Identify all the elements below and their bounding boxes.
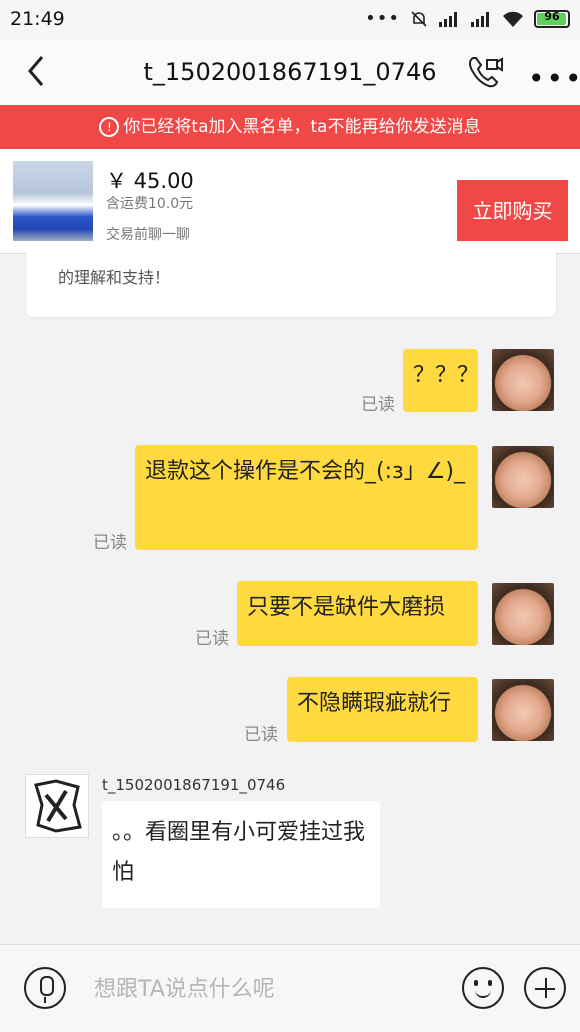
input-bar	[0, 944, 580, 1032]
voice-icon[interactable]	[24, 967, 66, 1009]
previous-message-text: 的理解和支持！	[58, 268, 171, 287]
message-bubble[interactable]: ？？？	[403, 349, 479, 412]
buy-now-button[interactable]: 立即购买	[457, 180, 568, 241]
warning-icon: !	[99, 117, 120, 137]
product-chat-hint: 交易前聊一聊	[106, 227, 190, 243]
battery-icon: 96	[534, 9, 570, 28]
message-input[interactable]	[92, 971, 436, 1007]
product-image[interactable]	[13, 161, 93, 241]
battery-level: 96	[544, 9, 560, 23]
read-status: 已读	[361, 395, 395, 415]
emoji-icon[interactable]	[462, 967, 504, 1009]
more-options-icon[interactable]: •••	[528, 62, 580, 95]
product-shipping: 含运费10.0元	[106, 196, 194, 212]
product-card[interactable]: ￥ 45.00 含运费10.0元 交易前聊一聊 立即购买	[0, 149, 580, 254]
more-status-icon: •••	[365, 8, 400, 29]
add-icon[interactable]	[524, 967, 566, 1009]
status-icons: ••• 96	[365, 8, 570, 29]
message-bubble[interactable]: 不隐瞒瑕疵就行	[287, 677, 478, 742]
read-status: 已读	[93, 533, 127, 553]
incoming-message-bubble[interactable]: 。。看圈里有小可爱挂过我怕	[102, 801, 380, 908]
product-price: ￥ 45.00	[106, 169, 194, 193]
call-icon[interactable]	[465, 52, 505, 92]
status-time: 21:49	[10, 8, 65, 30]
my-avatar[interactable]	[492, 583, 554, 645]
status-bar: 21:49 ••• 96	[0, 0, 580, 40]
message-bubble[interactable]: 退款这个操作是不会的_(:з」∠)_	[135, 445, 478, 550]
signal-icon	[439, 11, 457, 27]
contact-avatar-art	[34, 779, 82, 833]
my-avatar[interactable]	[492, 679, 554, 741]
my-avatar[interactable]	[492, 349, 554, 411]
sender-name: t_1502001867191_0746	[102, 776, 286, 794]
message-bubble[interactable]: 只要不是缺件大磨损	[237, 581, 478, 646]
wifi-icon	[503, 11, 523, 27]
previous-message-card: 的理解和支持！	[25, 252, 557, 318]
read-status: 已读	[195, 629, 229, 649]
contact-avatar[interactable]	[25, 774, 89, 838]
mute-bell-icon	[411, 10, 427, 27]
signal-icon-2	[471, 11, 489, 27]
blacklist-banner: ! 你已经将ta加入黑名单，ta不能再给你发送消息	[0, 105, 580, 149]
read-status: 已读	[244, 725, 278, 745]
my-avatar[interactable]	[492, 446, 554, 508]
banner-text: 你已经将ta加入黑名单，ta不能再给你发送消息	[123, 117, 481, 137]
chat-header: t_1502001867191_0746 •••	[0, 40, 580, 105]
